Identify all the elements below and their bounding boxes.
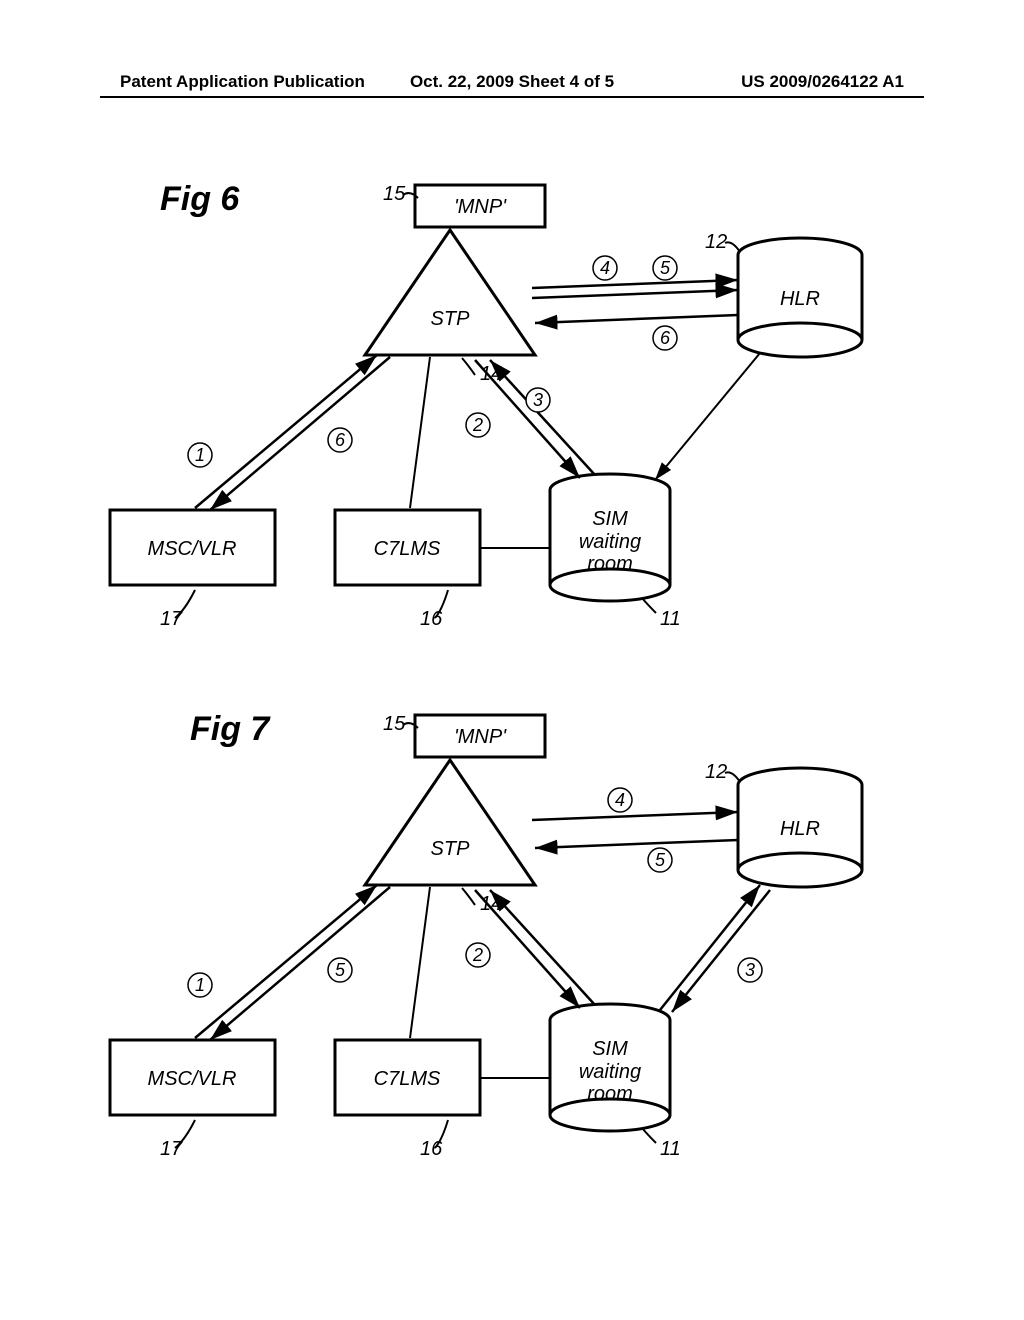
line-stp-c7 <box>410 357 430 508</box>
step-1: 1 <box>195 445 205 465</box>
ref7-14: 14 <box>480 893 502 915</box>
step7-1: 1 <box>195 975 205 995</box>
arrow-hlr-sim-3b <box>672 890 770 1012</box>
sim-label-3: room <box>587 553 633 575</box>
arrow-stp-hlr-4 <box>532 280 738 288</box>
arrow-hlr-stp-5-7 <box>535 840 738 848</box>
arrow-stp-msc-5-7 <box>210 887 390 1040</box>
hlr-label-7: HLR <box>780 818 820 840</box>
page: Patent Application Publication Oct. 22, … <box>0 0 1024 1320</box>
c7-label-7: C7LMS <box>374 1068 441 1090</box>
arrow-stp-hlr-4-7 <box>532 812 738 820</box>
step-5: 5 <box>660 258 671 278</box>
step-3: 3 <box>533 390 543 410</box>
leader7-14 <box>462 888 475 905</box>
ref7-11: 11 <box>660 1138 681 1160</box>
arrow-stp-sim-2 <box>475 360 580 478</box>
header: Patent Application Publication Oct. 22, … <box>0 72 1024 92</box>
arrow-stp-hlr-5 <box>532 290 738 298</box>
arrow-sim-hlr-3a <box>660 885 760 1010</box>
sim7-label-1: SIM <box>592 1038 628 1060</box>
arrow-hlr-stp-6 <box>535 315 738 323</box>
ref7-17: 17 <box>160 1138 183 1160</box>
msc-label-7: MSC/VLR <box>148 1068 237 1090</box>
arrow-sim-stp-3 <box>490 360 595 475</box>
hlr-label: HLR <box>780 288 820 310</box>
arrow-msc-stp-1-7 <box>195 885 377 1038</box>
leader7-12 <box>725 772 740 782</box>
sim-label-2: waiting <box>579 531 641 553</box>
step7-3: 3 <box>745 960 755 980</box>
ref-15: 15 <box>383 183 406 205</box>
ref-14: 14 <box>480 363 502 385</box>
fig6-title: Fig 6 <box>160 180 240 218</box>
arrow-sim-stp-2-7 <box>490 890 595 1005</box>
step7-2: 2 <box>472 945 483 965</box>
sim7-label-3: room <box>587 1083 633 1105</box>
figure-7: Fig 7 'MNP' 15 STP 14 HLR 12 SIM <box>100 700 920 1170</box>
step-6b: 6 <box>335 430 346 450</box>
step7-5: 5 <box>655 850 666 870</box>
ref-11: 11 <box>660 608 681 630</box>
leader7-11 <box>642 1128 656 1143</box>
leader-11 <box>642 598 656 613</box>
line7-stp-c7 <box>410 887 430 1038</box>
step-4: 4 <box>600 258 610 278</box>
arrow-msc-stp-1 <box>195 355 377 508</box>
msc-label: MSC/VLR <box>148 538 237 560</box>
stp-triangle <box>365 230 535 355</box>
step7-5b: 5 <box>335 960 346 980</box>
ref7-15: 15 <box>383 713 406 735</box>
leader-12 <box>725 242 740 252</box>
arrow-stp-sim-2-7 <box>475 890 580 1008</box>
header-center: Oct. 22, 2009 Sheet 4 of 5 <box>0 72 1024 92</box>
ref-12: 12 <box>705 231 727 253</box>
leader-14 <box>462 358 475 375</box>
line-hlr-sim <box>655 353 760 480</box>
stp-label: STP <box>431 308 471 330</box>
figure-6: Fig 6 'MNP' 15 STP 14 HLR 12 SIM <box>100 170 920 640</box>
ref-17: 17 <box>160 608 183 630</box>
header-rule <box>100 96 924 98</box>
c7-label: C7LMS <box>374 538 441 560</box>
step-2: 2 <box>472 415 483 435</box>
mnp-label-7: 'MNP' <box>454 726 507 748</box>
sim7-label-2: waiting <box>579 1061 641 1083</box>
stp-triangle-7 <box>365 760 535 885</box>
step-6: 6 <box>660 328 671 348</box>
fig7-title: Fig 7 <box>190 710 271 748</box>
mnp-label: 'MNP' <box>454 196 507 218</box>
sim-label-1: SIM <box>592 508 628 530</box>
arrow-stp-msc-6b <box>210 357 390 510</box>
step7-4: 4 <box>615 790 625 810</box>
stp-label-7: STP <box>431 838 471 860</box>
ref7-12: 12 <box>705 761 727 783</box>
